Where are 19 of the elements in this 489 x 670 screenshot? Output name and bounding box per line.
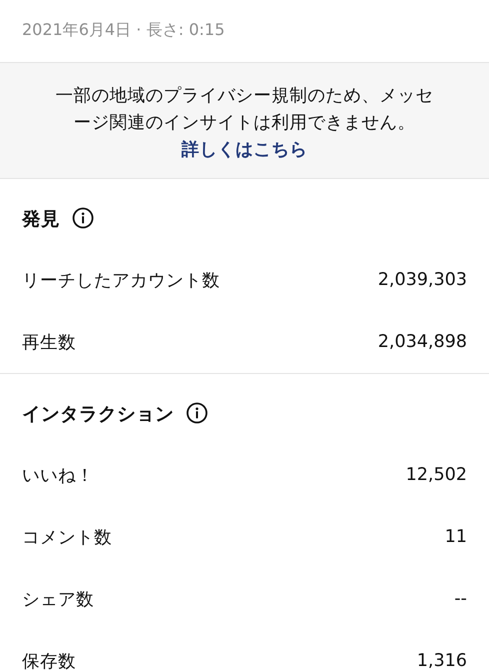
metric-value: 11 — [444, 527, 467, 547]
metric-label: シェア数 — [22, 589, 94, 611]
section-title: 発見 — [22, 208, 60, 230]
metric-label: リーチしたアカウント数 — [22, 270, 220, 292]
metric-value: 2,034,898 — [378, 332, 467, 352]
metric-value: -- — [454, 589, 467, 609]
metric-label: 保存数 — [22, 651, 76, 670]
metric-value: 2,039,303 — [378, 270, 467, 290]
metric-value: 12,502 — [406, 465, 467, 485]
metric-value: 1,316 — [416, 651, 467, 670]
metric-label: コメント数 — [22, 527, 112, 549]
info-icon[interactable] — [72, 207, 94, 229]
date-length-text: 2021年6月4日 · 長さ: 0:15 — [21, 19, 226, 41]
section-title: インタラクション — [22, 402, 174, 426]
metric-label: 再生数 — [22, 332, 76, 354]
info-icon[interactable] — [186, 402, 208, 424]
notice-text: 一部の地域のプライバシー規制のため、メッセージ関連のインサイトは利用できません。 — [54, 85, 434, 135]
learn-more-link[interactable]: 詳しくはこちら — [182, 137, 308, 164]
metric-label: いいね！ — [22, 465, 94, 487]
